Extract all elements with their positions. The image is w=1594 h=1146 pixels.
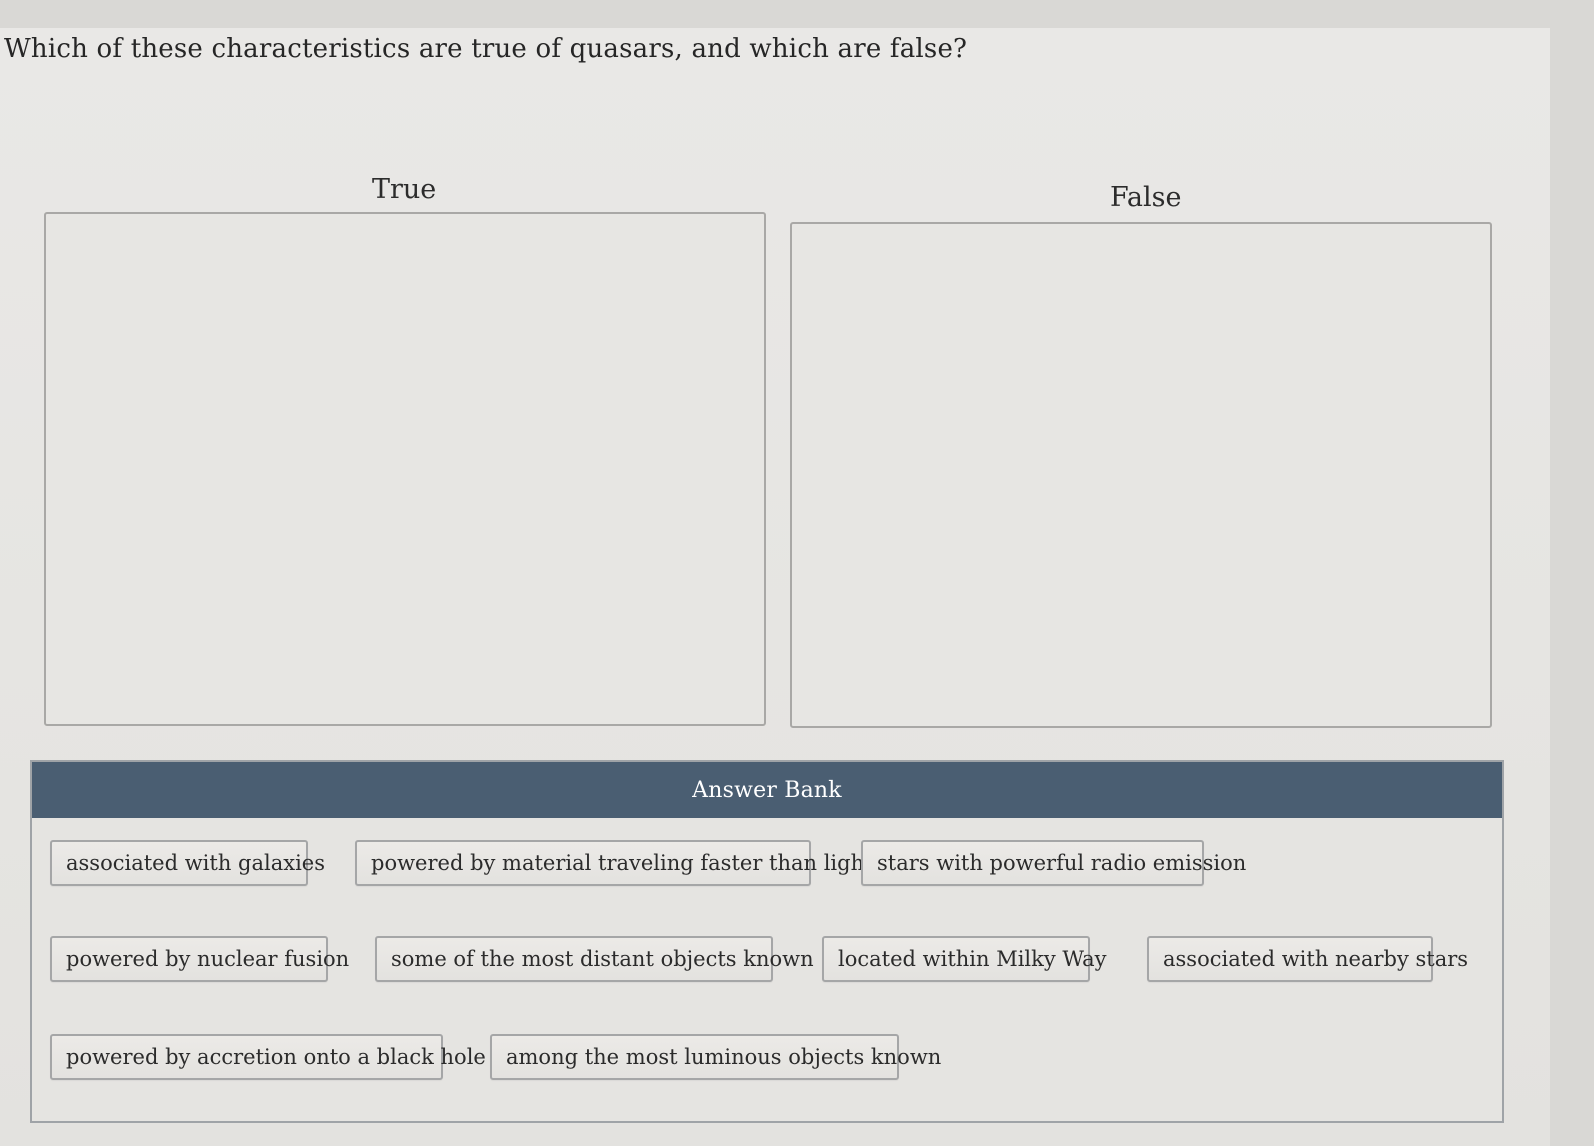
answer-tile[interactable]: stars with powerful radio emission (861, 840, 1246, 886)
false-zone-label: False (1110, 182, 1182, 213)
answer-bank: Answer Bank associated with galaxies pow… (30, 760, 1504, 1123)
question-text: Which of these characteristics are true … (4, 34, 968, 64)
answer-tile[interactable]: powered by nuclear fusion (50, 936, 349, 982)
answer-tile[interactable]: located within Milky Way (822, 936, 1107, 982)
false-drop-zone[interactable] (790, 222, 1492, 728)
true-zone-label: True (372, 174, 437, 205)
answer-bank-items: associated with galaxies powered by mate… (32, 818, 1502, 1121)
answer-tile[interactable]: powered by material traveling faster tha… (355, 840, 873, 886)
answer-tile[interactable]: associated with nearby stars (1147, 936, 1468, 982)
answer-tile[interactable]: associated with galaxies (50, 840, 325, 886)
answer-tile[interactable]: among the most luminous objects known (490, 1034, 941, 1080)
true-drop-zone[interactable] (44, 212, 766, 726)
answer-tile[interactable]: powered by accretion onto a black hole (50, 1034, 486, 1080)
answer-bank-header: Answer Bank (32, 762, 1502, 818)
answer-tile[interactable]: some of the most distant objects known (375, 936, 814, 982)
